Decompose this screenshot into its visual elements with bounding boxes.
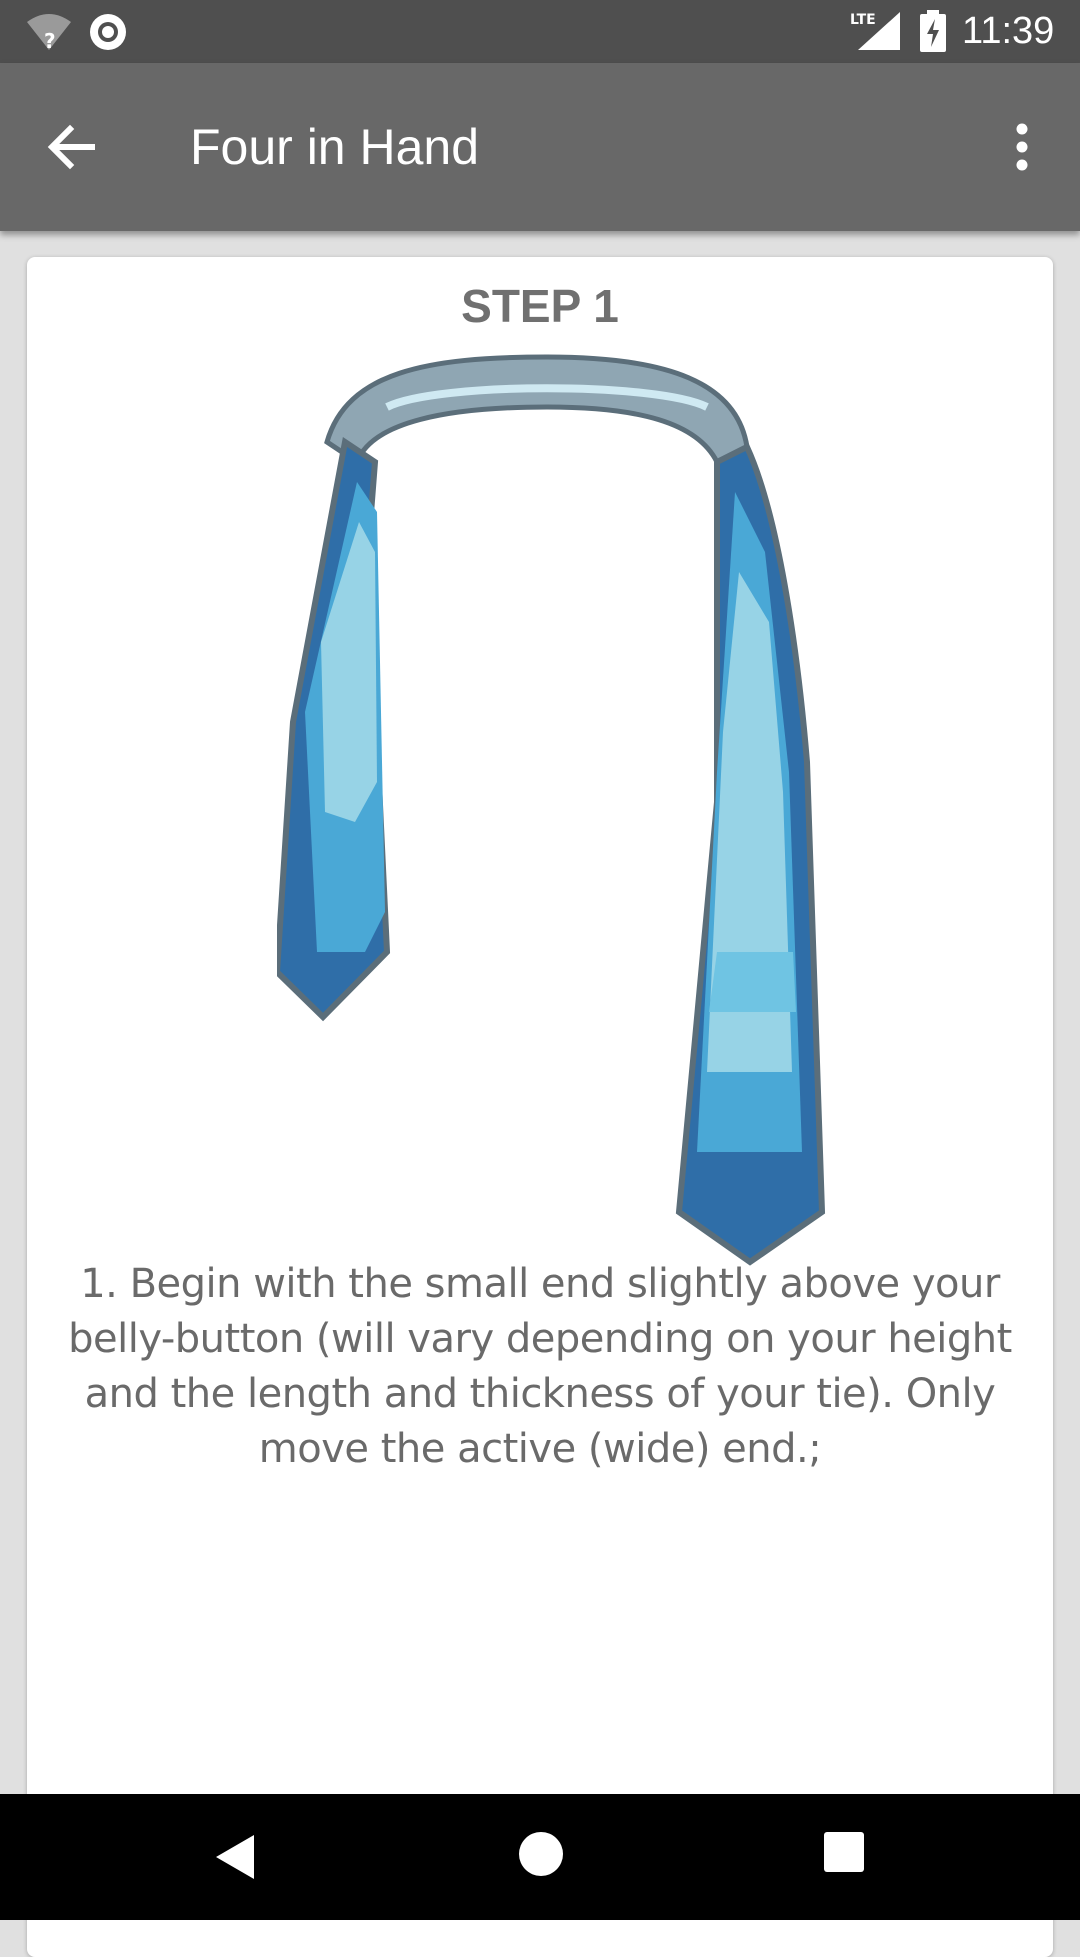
nav-recents-icon[interactable] (822, 1830, 866, 1874)
battery-charging-icon (920, 10, 946, 52)
page-title: Four in Hand (190, 119, 480, 175)
app-bar: Four in Hand (0, 63, 1080, 231)
svg-text:LTE: LTE (850, 12, 876, 28)
sync-circle-icon (90, 14, 126, 50)
system-nav-bar (0, 1794, 1080, 1920)
wifi-unknown-icon: ? (27, 14, 71, 52)
step-card: STEP 1 1. Begin with the small end sligh… (27, 257, 1053, 1957)
necktie-draped-icon (277, 354, 826, 1266)
nav-back-icon[interactable] (210, 1831, 262, 1883)
svg-text:?: ? (44, 29, 56, 52)
status-bar: ? LTE 11:39 (0, 0, 1080, 63)
lte-signal-icon: LTE (850, 12, 900, 50)
more-vertical-icon[interactable] (1002, 115, 1042, 179)
status-time: 11:39 (962, 10, 1055, 52)
step-instruction: 1. Begin with the small end slightly abo… (68, 1261, 1012, 1472)
step-title: STEP 1 (461, 280, 619, 332)
nav-home-icon[interactable] (516, 1829, 566, 1879)
arrow-left-icon[interactable] (40, 115, 104, 179)
